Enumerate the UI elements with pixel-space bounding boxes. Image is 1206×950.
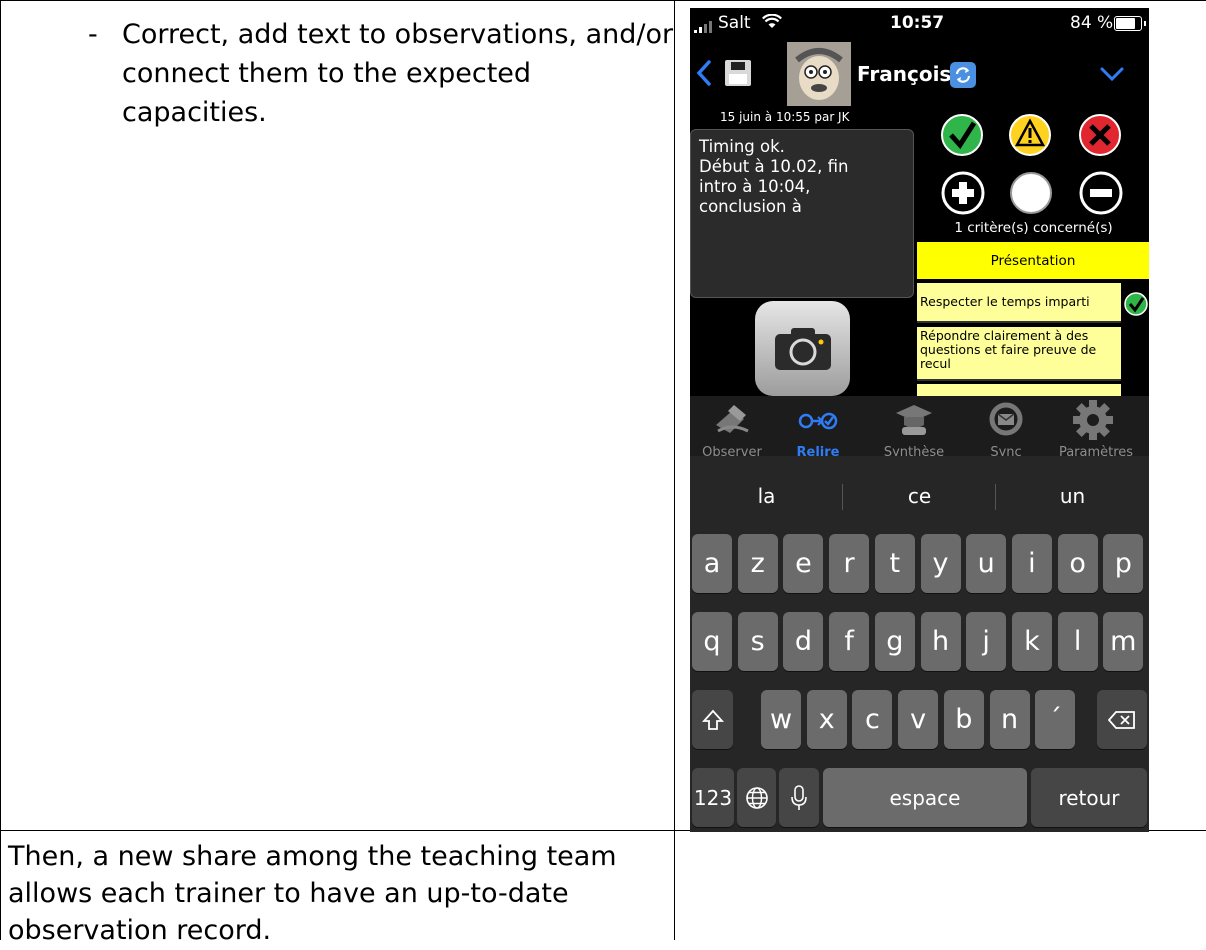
criterion-ok-icon — [1123, 291, 1149, 321]
key-l[interactable]: l — [1057, 612, 1098, 671]
phone-screenshot: Salt 10:57 84 % François 15 juin à 10:55… — [690, 8, 1149, 832]
key-p[interactable]: p — [1103, 534, 1144, 593]
criterion-label-1: Respecter le temps imparti — [920, 294, 1090, 309]
battery-icon — [1114, 16, 1146, 31]
key-u[interactable]: u — [966, 534, 1007, 593]
suggestion-3[interactable]: un — [996, 484, 1149, 508]
table-border-middle — [674, 0, 675, 940]
carrier-label: Salt — [718, 13, 751, 33]
bullet-line-2: connect them to the expected — [122, 58, 532, 89]
refresh-button[interactable] — [950, 62, 976, 88]
key-a[interactable]: a — [692, 534, 732, 593]
bullet-dash: - — [88, 19, 98, 50]
return-key[interactable]: retour — [1031, 768, 1147, 827]
gear-icon[interactable] — [1072, 399, 1114, 445]
signal-icon — [694, 18, 716, 33]
key-t[interactable]: t — [874, 534, 915, 593]
key-h[interactable]: h — [920, 612, 961, 671]
microphone-key[interactable] — [779, 768, 819, 827]
key-m[interactable]: m — [1103, 612, 1144, 671]
key-s[interactable]: s — [737, 612, 778, 671]
neutral-circle-icon[interactable] — [1008, 170, 1054, 220]
key-q[interactable]: q — [692, 612, 732, 671]
numbers-key[interactable]: 123 — [692, 768, 734, 827]
criteria-count: 1 critère(s) concerné(s) — [954, 220, 1113, 236]
observation-line-1: Timing ok. — [699, 137, 785, 156]
delete-key[interactable] — [1097, 690, 1147, 749]
synthese-icon[interactable] — [894, 401, 934, 443]
back-button[interactable] — [696, 60, 712, 90]
fail-x-icon[interactable] — [1078, 111, 1124, 161]
key-r[interactable]: r — [829, 534, 870, 593]
bullet-line-1: Correct, add text to observations, and/o… — [122, 19, 674, 50]
observation-line-3: intro à 10:04, — [699, 177, 811, 196]
observation-textbox[interactable]: Timing ok. Début à 10.02, fin intro à 10… — [690, 129, 914, 298]
observer-icon[interactable] — [712, 401, 752, 441]
student-avatar[interactable] — [787, 42, 851, 106]
shift-icon — [701, 709, 724, 730]
criterion-item-1[interactable]: Respecter le temps imparti — [917, 283, 1121, 323]
table-border-left — [0, 0, 1, 940]
key-x[interactable]: x — [806, 690, 847, 749]
warning-icon[interactable] — [1008, 111, 1054, 161]
save-icon[interactable] — [725, 60, 751, 86]
plus-icon[interactable] — [940, 170, 986, 220]
key-accent[interactable]: ´ — [1035, 690, 1076, 749]
key-j[interactable]: j — [966, 612, 1007, 671]
battery-percent: 84 % — [1070, 13, 1114, 33]
key-w[interactable]: w — [761, 690, 801, 749]
wifi-icon — [762, 13, 782, 33]
key-f[interactable]: f — [829, 612, 870, 671]
backspace-icon — [1108, 710, 1135, 729]
suggestion-2[interactable]: ce — [843, 484, 996, 508]
globe-key[interactable] — [737, 768, 776, 827]
key-v[interactable]: v — [898, 690, 939, 749]
key-e[interactable]: e — [783, 534, 824, 593]
bottom-line-1: Then, a new share among the teaching tea… — [8, 841, 617, 872]
observation-line-4: conclusion à — [699, 197, 802, 216]
key-c[interactable]: c — [852, 690, 893, 749]
key-k[interactable]: k — [1011, 612, 1052, 671]
table-border-top — [0, 0, 1206, 1]
camera-button[interactable] — [755, 301, 850, 396]
key-y[interactable]: y — [920, 534, 961, 593]
key-d[interactable]: d — [783, 612, 824, 671]
criterion-item-3-partial[interactable] — [917, 384, 1121, 396]
key-n[interactable]: n — [989, 690, 1030, 749]
space-key[interactable]: espace — [823, 768, 1027, 827]
relire-icon[interactable] — [798, 410, 838, 436]
ok-check-icon[interactable] — [940, 111, 986, 161]
student-name: François — [857, 62, 952, 86]
suggestion-1[interactable]: la — [690, 484, 843, 508]
clock: 10:57 — [890, 13, 945, 33]
key-z[interactable]: z — [737, 534, 778, 593]
criterion-2-line-2: questions et faire preuve de — [920, 342, 1097, 357]
microphone-icon — [791, 784, 807, 810]
key-g[interactable]: g — [874, 612, 915, 671]
observation-line-2: Début à 10.02, fin — [699, 157, 849, 176]
sync-icon[interactable] — [986, 401, 1026, 441]
criterion-2-line-3: recul — [920, 356, 951, 371]
key-b[interactable]: b — [943, 690, 984, 749]
key-i[interactable]: i — [1011, 534, 1052, 593]
bottom-line-2: allows each trainer to have an up-to-dat… — [8, 878, 569, 909]
chevron-down-icon[interactable] — [1100, 66, 1124, 86]
criterion-2-line-1: Répondre clairement à des — [920, 328, 1089, 343]
bullet-line-3: capacities. — [122, 97, 267, 128]
criteria-category[interactable]: Présentation — [917, 242, 1149, 279]
criterion-item-2[interactable]: Répondre clairement à des questions et f… — [917, 327, 1121, 381]
minus-icon[interactable] — [1078, 170, 1124, 220]
globe-icon — [745, 786, 768, 809]
bottom-line-3: observation record. — [8, 915, 272, 946]
camera-icon — [774, 327, 831, 370]
observation-meta: 15 juin à 10:55 par JK — [720, 110, 850, 124]
key-o[interactable]: o — [1057, 534, 1098, 593]
shift-key[interactable] — [692, 690, 733, 749]
